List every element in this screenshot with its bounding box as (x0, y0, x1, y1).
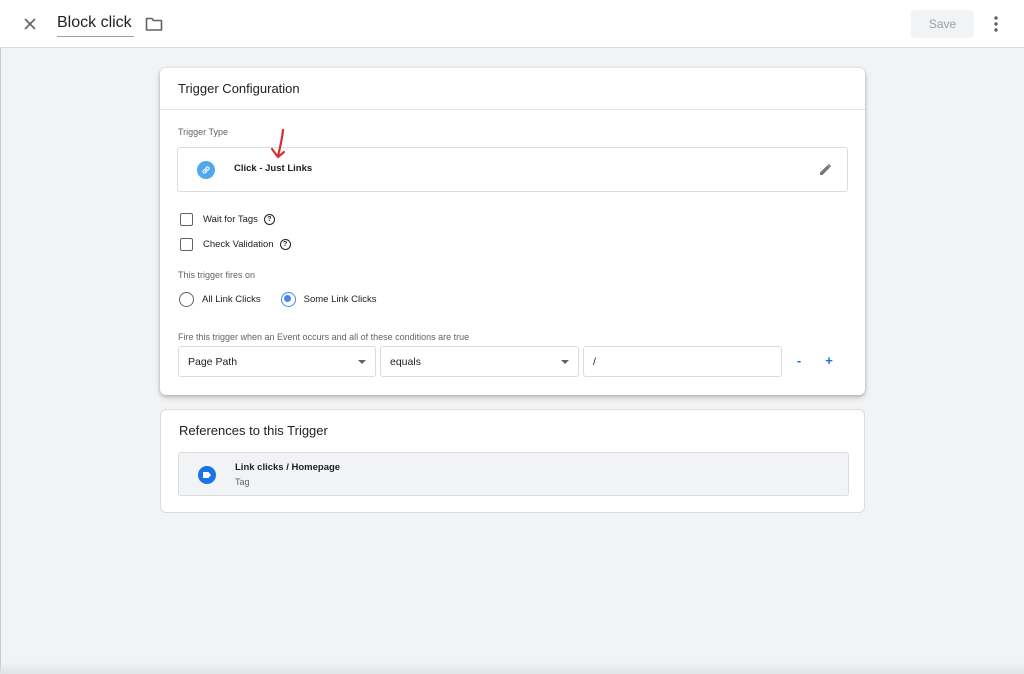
wait-for-tags-label: Wait for Tags (203, 213, 258, 225)
bottom-scroll-shadow (0, 662, 1024, 674)
fires-on-options: All Link Clicks Some Link Clicks (179, 291, 376, 307)
add-condition-button[interactable]: + (821, 352, 837, 368)
help-icon[interactable]: ? (279, 238, 291, 250)
tag-icon (198, 466, 216, 484)
references-card: References to this Trigger Link clicks /… (160, 409, 865, 513)
wait-for-tags-checkbox[interactable] (180, 212, 193, 226)
top-bar: Block click Save (0, 0, 1024, 48)
wait-for-tags-row: Wait for Tags ? (180, 211, 275, 227)
all-link-clicks-label: All Link Clicks (202, 293, 261, 305)
reference-item-title: Link clicks / Homepage (235, 462, 341, 473)
variable-select[interactable]: Page Path (178, 346, 376, 377)
variable-select-value: Page Path (188, 356, 238, 368)
save-button[interactable]: Save (911, 10, 974, 38)
more-vert-icon[interactable] (985, 12, 1007, 36)
page-title[interactable]: Block click (57, 14, 134, 37)
trigger-type-label: Trigger Type (178, 127, 229, 137)
trigger-configuration-header: Trigger Configuration (160, 68, 865, 110)
all-link-clicks-radio[interactable] (179, 291, 194, 307)
some-link-clicks-radio[interactable] (280, 291, 296, 307)
dropdown-arrow-icon (561, 360, 569, 364)
operator-select-value: equals (390, 356, 421, 368)
left-edge-divider (0, 48, 1, 674)
dropdown-arrow-icon (358, 360, 366, 364)
remove-condition-button[interactable]: - (791, 352, 807, 368)
some-link-clicks-label: Some Link Clicks (303, 293, 377, 305)
folder-icon[interactable] (143, 13, 165, 35)
link-icon (197, 161, 215, 179)
reference-item[interactable]: Link clicks / Homepage Tag (178, 452, 849, 496)
trigger-type-value: Click - Just Links (234, 163, 313, 174)
references-header: References to this Trigger (179, 423, 328, 438)
close-icon[interactable] (18, 12, 42, 36)
reference-item-subtitle: Tag (235, 477, 250, 487)
check-validation-checkbox[interactable] (180, 237, 193, 251)
condition-value-input[interactable]: / (583, 346, 782, 377)
operator-select[interactable]: equals (380, 346, 579, 377)
annotation-arrow-icon (270, 128, 286, 159)
check-validation-row: Check Validation ? (180, 236, 291, 252)
fires-on-label: This trigger fires on (178, 270, 256, 280)
check-validation-label: Check Validation (203, 238, 274, 250)
conditions-label: Fire this trigger when an Event occurs a… (178, 332, 470, 342)
help-icon[interactable]: ? (263, 213, 275, 225)
pencil-icon[interactable] (816, 161, 834, 179)
trigger-configuration-card: Trigger Configuration Trigger Type Click… (160, 68, 865, 395)
